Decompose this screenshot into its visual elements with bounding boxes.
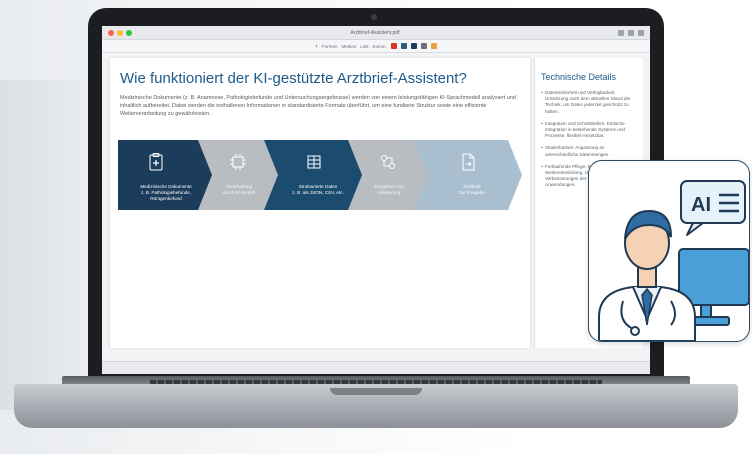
ai-badge-text: AI [691, 194, 711, 216]
status-bar [102, 361, 650, 374]
slide-body-text: Medizinische Dokumente (z. B. Anamnese, … [120, 95, 516, 117]
tool-comment[interactable]: Komm. [373, 44, 387, 49]
doctor-ai-illustration: AI [598, 180, 749, 341]
editor-toolbar: T Formen Medien Link Komm. [102, 40, 650, 53]
share-icon[interactable] [618, 29, 624, 36]
details-title: Technische Details [541, 72, 617, 82]
list-item: Skalierbarkeit: Anpassung an unterschied… [541, 145, 637, 157]
clipboard-medical-icon [149, 153, 163, 171]
ai-doctor-card: AI [588, 160, 750, 342]
list-item: Integration und Schnittstellen: Einfache… [541, 121, 637, 140]
list-item: Datensicherheit und Verfügbarkeit: Umset… [541, 90, 637, 115]
tool-media[interactable]: Medien [341, 44, 356, 49]
color-swatch-gray[interactable] [420, 43, 427, 49]
laptop-notch [330, 388, 422, 395]
laptop-screen: Arztbrief-Assistent.pdf T Formen Medien … [102, 26, 650, 374]
color-swatch-blue[interactable] [400, 43, 407, 49]
tool-text[interactable]: T [315, 44, 318, 49]
table-icon [307, 155, 321, 169]
color-swatch-orange[interactable] [430, 43, 437, 49]
document-export-icon [462, 153, 475, 171]
process-step-label: Arztbrief zur Freigabe [459, 184, 485, 195]
sidebar-toggle-icon[interactable] [638, 29, 644, 36]
webcam [371, 14, 377, 20]
slide-canvas[interactable]: Wie funktioniert der KI-gestützte Arztbr… [110, 58, 530, 348]
tool-link[interactable]: Link [360, 44, 368, 49]
process-step-label: Medizinische Dokumente z. B. Pathologiebe… [140, 184, 192, 201]
color-swatch-red[interactable] [390, 43, 397, 49]
laptop-lid: Arztbrief-Assistent.pdf T Formen Medien … [88, 8, 664, 386]
document-title: Arztbrief-Assistent.pdf [350, 29, 400, 36]
settings-icon[interactable] [628, 29, 634, 36]
ai-chip-icon [230, 154, 246, 170]
close-window-button[interactable] [108, 29, 114, 36]
chevron-shape [414, 140, 522, 210]
color-swatch-navy[interactable] [410, 43, 417, 49]
workflow-icon [381, 155, 395, 169]
ai-speech-bubble-icon: AI [680, 180, 746, 236]
window-titlebar: Arztbrief-Assistent.pdf [102, 26, 650, 40]
process-step-5[interactable]: Arztbrief zur Freigabe [414, 140, 522, 210]
minimize-window-button[interactable] [117, 29, 123, 36]
window-controls [108, 29, 132, 36]
process-flow: Medizinische Dokumente z. B. Pathologiebe… [118, 140, 522, 210]
tool-shapes[interactable]: Formen [322, 44, 338, 49]
slide-title: Wie funktioniert der KI-gestützte Arztbr… [120, 70, 467, 87]
